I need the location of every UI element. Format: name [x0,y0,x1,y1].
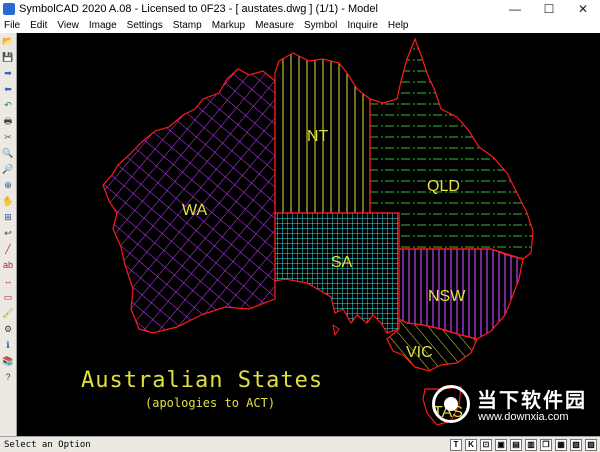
cut-icon[interactable]: ✂ [1,130,15,144]
label-sa: SA [331,254,353,271]
minimize-button[interactable]: — [498,0,532,18]
close-button[interactable]: ✕ [566,0,600,18]
menu-settings[interactable]: Settings [122,20,168,31]
label-nt: NT [307,128,329,145]
menu-inquire[interactable]: Inquire [342,20,383,31]
map-title: Australian States [81,368,323,393]
left-toolbar: 📂 💾 ➡ ⬅ ↶ 🖶 ✂ 🔍 🔎 ⊕ ✋ ⊞ ↩ ╱ ab ↔ ▭ 🖌 ⚙ ℹ 📚? [0,33,17,436]
k-mode-button[interactable]: K [465,438,477,451]
line-icon[interactable]: ╱ [1,242,15,256]
menu-view[interactable]: View [52,20,84,31]
watermark-name: 当下软件园 [477,388,587,412]
status-bar: Select an Option T K ⊡ ▣ ▤ ▥ ❐ ▦ ▧ ▨ [0,436,600,452]
menu-markup[interactable]: Markup [207,20,250,31]
label-qld: QLD [427,178,460,195]
text-icon[interactable]: ab [1,258,15,272]
view-button[interactable]: ▦ [555,438,567,451]
label-wa: WA [182,202,208,219]
menu-image[interactable]: Image [84,20,122,31]
map-subtitle: (apologies to ACT) [145,396,275,410]
arrow-right-icon[interactable]: ➡ [1,66,15,80]
menu-stamp[interactable]: Stamp [168,20,207,31]
copy-button[interactable]: ❐ [540,438,552,451]
dimension-icon[interactable]: ↔ [1,274,15,288]
map-drawing: WA NT QLD SA NSW VIC TAS Australian Stat… [81,37,534,426]
zoom-out-icon[interactable]: 🔎 [1,162,15,176]
island-outline [332,323,340,337]
window-title: SymbolCAD 2020 A.08 - Licensed to 0F23 -… [19,3,378,15]
drawing-canvas[interactable]: WA NT QLD SA NSW VIC TAS Australian Stat… [17,33,600,436]
layer-button[interactable]: ▤ [510,438,522,451]
ortho-button[interactable]: ▥ [525,438,537,451]
books-icon[interactable]: 📚 [1,354,15,368]
arrow-left-icon[interactable]: ⬅ [1,82,15,96]
menu-file[interactable]: File [0,20,25,31]
watermark-logo-icon [432,385,470,423]
snap-button[interactable]: ⊡ [480,438,492,451]
state-wa-region[interactable] [102,68,276,334]
undo-icon[interactable]: ↶ [1,98,15,112]
settings-icon[interactable]: ⚙ [1,322,15,336]
grid-button[interactable]: ▣ [495,438,507,451]
label-vic: VIC [406,344,433,361]
menu-help[interactable]: Help [383,20,414,31]
menu-edit[interactable]: Edit [25,20,52,31]
menu-measure[interactable]: Measure [250,20,299,31]
close-panel-button[interactable]: ▨ [585,438,597,451]
info-icon[interactable]: ℹ [1,338,15,352]
open-folder-icon[interactable]: 📂 [1,34,15,48]
watermark-url: www.downxia.com [478,411,569,423]
title-bar: SymbolCAD 2020 A.08 - Licensed to 0F23 -… [0,0,600,18]
app-icon [3,3,15,15]
state-sa-region[interactable] [274,212,400,334]
menu-symbol[interactable]: Symbol [299,20,342,31]
table-button[interactable]: ▧ [570,438,582,451]
help-icon[interactable]: ? [1,370,15,384]
print-icon[interactable]: 🖶 [1,114,15,128]
zoom-in-icon[interactable]: 🔍 [1,146,15,160]
zoom-window-icon[interactable]: ⊕ [1,178,15,192]
rectangle-icon[interactable]: ▭ [1,290,15,304]
label-nsw: NSW [428,288,466,305]
undo-arrow-icon[interactable]: ↩ [1,226,15,240]
menu-bar: File Edit View Image Settings Stamp Mark… [0,18,600,33]
zoom-all-icon[interactable]: ⊞ [1,210,15,224]
text-mode-button[interactable]: T [450,438,462,451]
brush-icon[interactable]: 🖌 [1,306,15,320]
pan-icon[interactable]: ✋ [1,194,15,208]
status-text: Select an Option [4,439,91,450]
watermark: 当下软件园 www.downxia.com [432,382,600,428]
save-icon[interactable]: 💾 [1,50,15,64]
maximize-button[interactable]: ☐ [532,0,566,18]
